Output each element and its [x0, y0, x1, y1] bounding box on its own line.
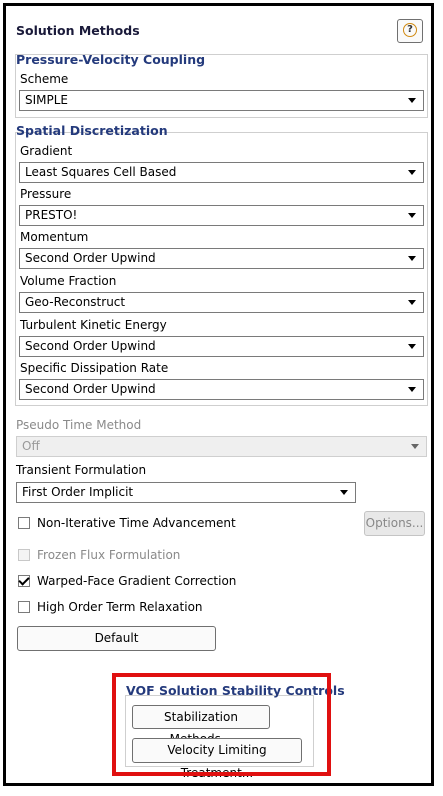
chevron-down-icon	[340, 490, 348, 495]
volume-fraction-label: Volume Fraction	[20, 274, 117, 288]
transient-formulation-dropdown[interactable]: First Order Implicit	[16, 482, 356, 503]
non-iterative-checkbox[interactable]	[18, 517, 30, 529]
warped-face-checkbox[interactable]	[18, 574, 30, 587]
warped-face-label: Warped-Face Gradient Correction	[37, 574, 237, 588]
non-iterative-label: Non-Iterative Time Advancement	[37, 516, 236, 530]
gradient-label: Gradient	[20, 144, 73, 158]
help-button[interactable]: ?	[397, 19, 423, 43]
pv-coupling-header: Pressure-Velocity Coupling	[16, 52, 206, 67]
momentum-dropdown[interactable]: Second Order Upwind	[19, 248, 424, 269]
pressure-label: Pressure	[20, 187, 72, 201]
check-icon	[18, 574, 30, 586]
pressure-dropdown[interactable]: PRESTO!	[19, 205, 424, 226]
frozen-flux-checkbox[interactable]	[18, 549, 30, 561]
chevron-down-icon	[408, 98, 416, 103]
options-button[interactable]: Options...	[364, 511, 425, 536]
scheme-value: SIMPLE	[25, 93, 69, 107]
spatial-discretization-header: Spatial Discretization	[16, 123, 168, 138]
scheme-dropdown[interactable]: SIMPLE	[19, 90, 424, 111]
volume-fraction-dropdown[interactable]: Geo-Reconstruct	[19, 292, 424, 313]
pseudo-time-dropdown[interactable]: Off	[16, 436, 427, 457]
tke-label: Turbulent Kinetic Energy	[20, 318, 167, 332]
gradient-value: Least Squares Cell Based	[25, 165, 177, 179]
pseudo-time-label: Pseudo Time Method	[16, 418, 142, 432]
panel-title: Solution Methods	[16, 23, 140, 38]
default-button[interactable]: Default	[17, 626, 216, 651]
chevron-down-icon	[408, 256, 416, 261]
sdr-dropdown[interactable]: Second Order Upwind	[19, 379, 424, 400]
volume-fraction-value: Geo-Reconstruct	[25, 295, 126, 309]
sdr-value: Second Order Upwind	[25, 382, 156, 396]
transient-formulation-value: First Order Implicit	[22, 485, 134, 499]
chevron-down-icon	[408, 387, 416, 392]
high-order-relaxation-label: High Order Term Relaxation	[37, 600, 203, 614]
tke-dropdown[interactable]: Second Order Upwind	[19, 336, 424, 357]
frozen-flux-label: Frozen Flux Formulation	[37, 548, 181, 562]
tke-value: Second Order Upwind	[25, 339, 156, 353]
high-order-relaxation-checkbox[interactable]	[18, 601, 30, 613]
gradient-dropdown[interactable]: Least Squares Cell Based	[19, 162, 424, 183]
chevron-down-icon	[408, 213, 416, 218]
momentum-label: Momentum	[20, 230, 89, 244]
transient-formulation-label: Transient Formulation	[16, 463, 147, 477]
chevron-down-icon	[408, 300, 416, 305]
highlight-box	[112, 673, 331, 776]
sdr-label: Specific Dissipation Rate	[20, 361, 169, 375]
chevron-down-icon	[408, 344, 416, 349]
help-icon: ?	[403, 23, 417, 37]
momentum-value: Second Order Upwind	[25, 251, 156, 265]
pseudo-time-value: Off	[22, 439, 40, 453]
pressure-value: PRESTO!	[25, 208, 78, 222]
chevron-down-icon	[411, 444, 419, 449]
chevron-down-icon	[408, 170, 416, 175]
scheme-label: Scheme	[20, 72, 69, 86]
